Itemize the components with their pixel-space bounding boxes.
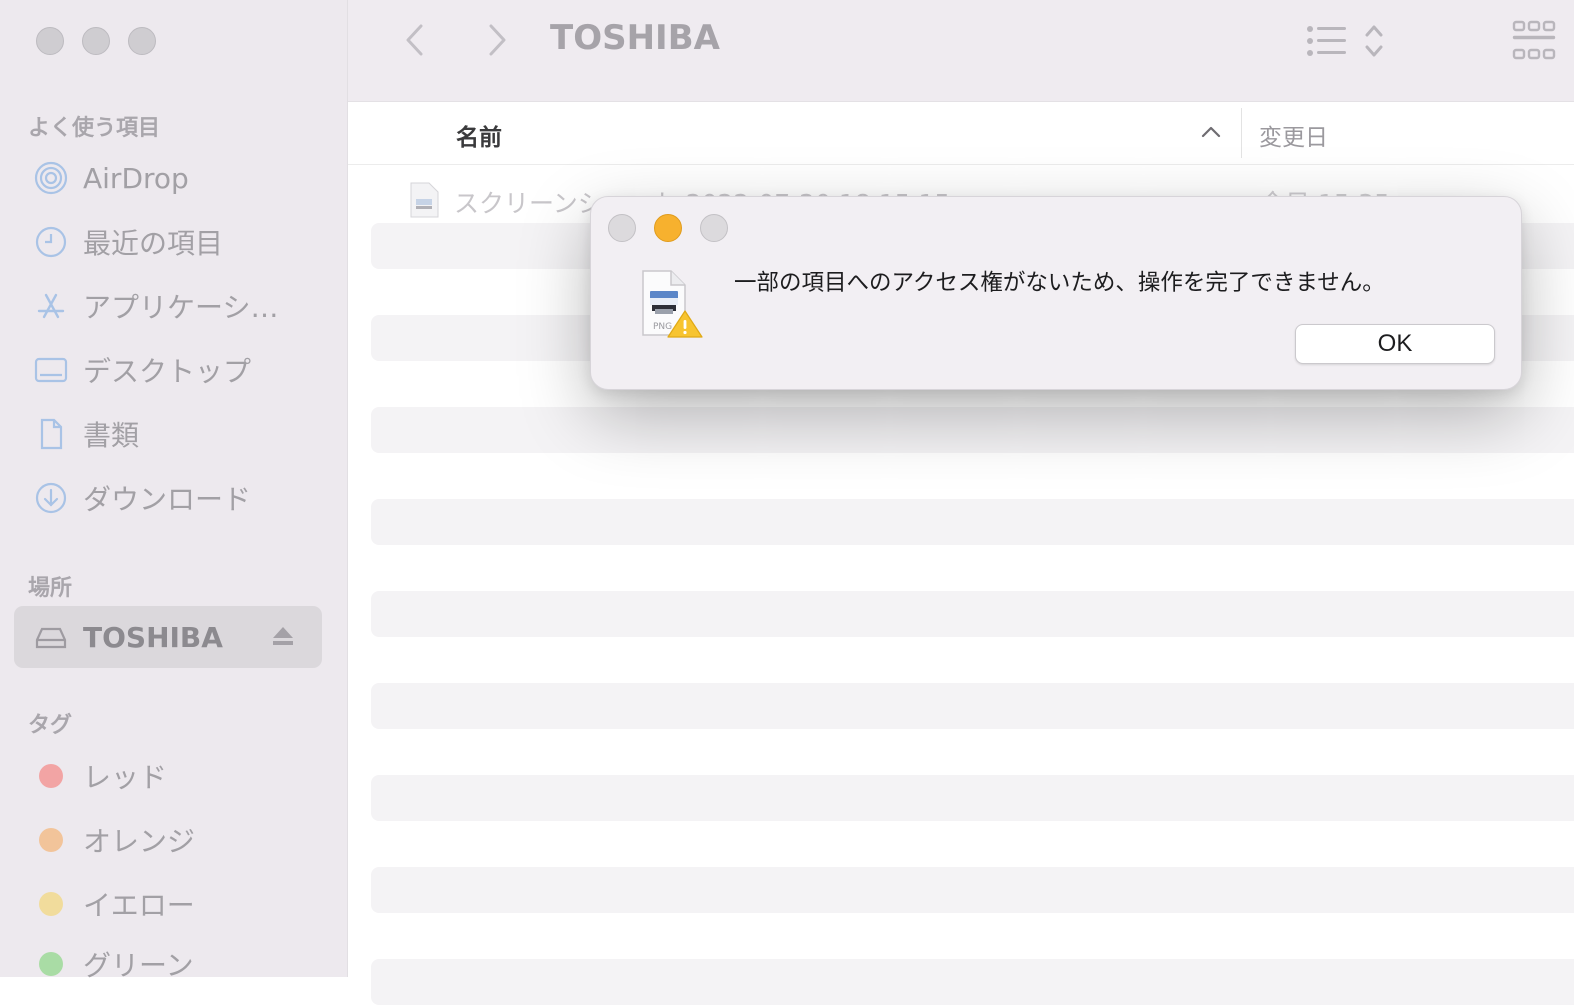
sidebar: よく使う項目 AirDrop 最近の項目 アプリケーシ… デスクトップ 書類 ダ… <box>0 0 348 982</box>
download-icon <box>34 481 68 515</box>
alert-message: 一部の項目へのアクセス権がないため、操作を完了できません。 <box>734 270 1385 296</box>
empty-row <box>371 867 1574 913</box>
dialog-close-button[interactable] <box>608 214 636 242</box>
forward-button[interactable] <box>476 20 516 60</box>
back-button[interactable] <box>396 20 436 60</box>
tags-section-title: タグ <box>28 713 73 738</box>
sidebar-item-downloads[interactable]: ダウンロード <box>14 470 322 526</box>
up-down-chevron-icon <box>1365 25 1383 57</box>
applications-icon <box>34 289 68 323</box>
airdrop-icon <box>34 161 68 195</box>
png-file-icon <box>408 182 440 222</box>
drive-icon <box>34 620 68 654</box>
sidebar-item-recents[interactable]: 最近の項目 <box>14 214 322 270</box>
tag-dot-icon <box>34 887 68 921</box>
tag-dot-icon <box>34 759 68 793</box>
column-divider[interactable] <box>1241 108 1242 158</box>
toolbar: TOSHIBA <box>348 0 1574 102</box>
sidebar-item-tag-green[interactable]: グリーン <box>14 936 322 992</box>
png-badge: PNG <box>653 322 672 332</box>
window-controls <box>36 27 156 55</box>
document-icon <box>34 417 68 451</box>
sort-ascending-icon[interactable] <box>1200 124 1222 144</box>
grid-view-icon <box>1512 20 1556 60</box>
desktop-icon <box>34 353 68 387</box>
zoom-window-button[interactable] <box>128 27 156 55</box>
sidebar-item-label: レッド <box>83 761 168 794</box>
sidebar-item-tag-orange[interactable]: オレンジ <box>14 812 322 868</box>
eject-icon[interactable] <box>270 624 296 652</box>
sidebar-item-applications[interactable]: アプリケーシ… <box>14 278 322 334</box>
column-header-date-modified[interactable]: 変更日 <box>1259 118 1328 152</box>
sidebar-item-label: 最近の項目 <box>83 227 224 260</box>
empty-row <box>371 683 1574 729</box>
empty-row <box>371 499 1574 545</box>
locations-section-title: 場所 <box>28 576 73 601</box>
sidebar-item-tag-yellow[interactable]: イエロー <box>14 876 322 932</box>
sidebar-item-label: デスクトップ <box>83 355 252 388</box>
tag-dot-icon <box>34 947 68 981</box>
empty-row <box>371 775 1574 821</box>
list-view-icon <box>1307 26 1346 56</box>
favorites-section-title: よく使う項目 <box>28 116 161 141</box>
ok-button[interactable]: OK <box>1295 324 1495 364</box>
clock-icon <box>34 225 68 259</box>
list-header: 名前 変更日 <box>348 102 1574 165</box>
dialog-minimize-button[interactable] <box>654 214 682 242</box>
sidebar-item-airdrop[interactable]: AirDrop <box>14 150 322 206</box>
png-file-warning-icon: PNG <box>639 269 709 341</box>
sidebar-item-label: 書類 <box>83 419 140 452</box>
window-title: TOSHIBA <box>550 18 720 58</box>
list-view-button[interactable] <box>1306 24 1348 62</box>
chevron-left-icon <box>406 24 423 56</box>
sidebar-item-label: アプリケーシ… <box>83 291 279 324</box>
sidebar-item-label: グリーン <box>83 949 194 982</box>
sidebar-item-label: AirDrop <box>83 161 189 195</box>
empty-row <box>371 959 1574 1005</box>
sidebar-item-label: TOSHIBA <box>83 620 223 654</box>
sidebar-item-toshiba[interactable]: TOSHIBA <box>14 606 322 668</box>
chevron-right-icon <box>489 24 506 56</box>
sidebar-item-tag-red[interactable]: レッド <box>14 748 322 804</box>
empty-row <box>371 591 1574 637</box>
sidebar-item-label: ダウンロード <box>83 483 252 516</box>
sidebar-item-documents[interactable]: 書類 <box>14 406 322 462</box>
minimize-window-button[interactable] <box>82 27 110 55</box>
view-options-button[interactable] <box>1364 22 1384 64</box>
column-header-name[interactable]: 名前 <box>456 118 502 152</box>
empty-row <box>371 407 1574 453</box>
tag-dot-icon <box>34 823 68 857</box>
alert-dialog: PNG 一部の項目へのアクセス権がないため、操作を完了できません。 OK <box>590 196 1522 390</box>
close-window-button[interactable] <box>36 27 64 55</box>
dialog-window-controls <box>608 214 728 242</box>
dialog-zoom-button[interactable] <box>700 214 728 242</box>
sidebar-item-desktop[interactable]: デスクトップ <box>14 342 322 398</box>
sidebar-item-label: イエロー <box>83 889 195 922</box>
sidebar-item-label: オレンジ <box>83 825 196 858</box>
group-view-button[interactable] <box>1512 20 1556 66</box>
